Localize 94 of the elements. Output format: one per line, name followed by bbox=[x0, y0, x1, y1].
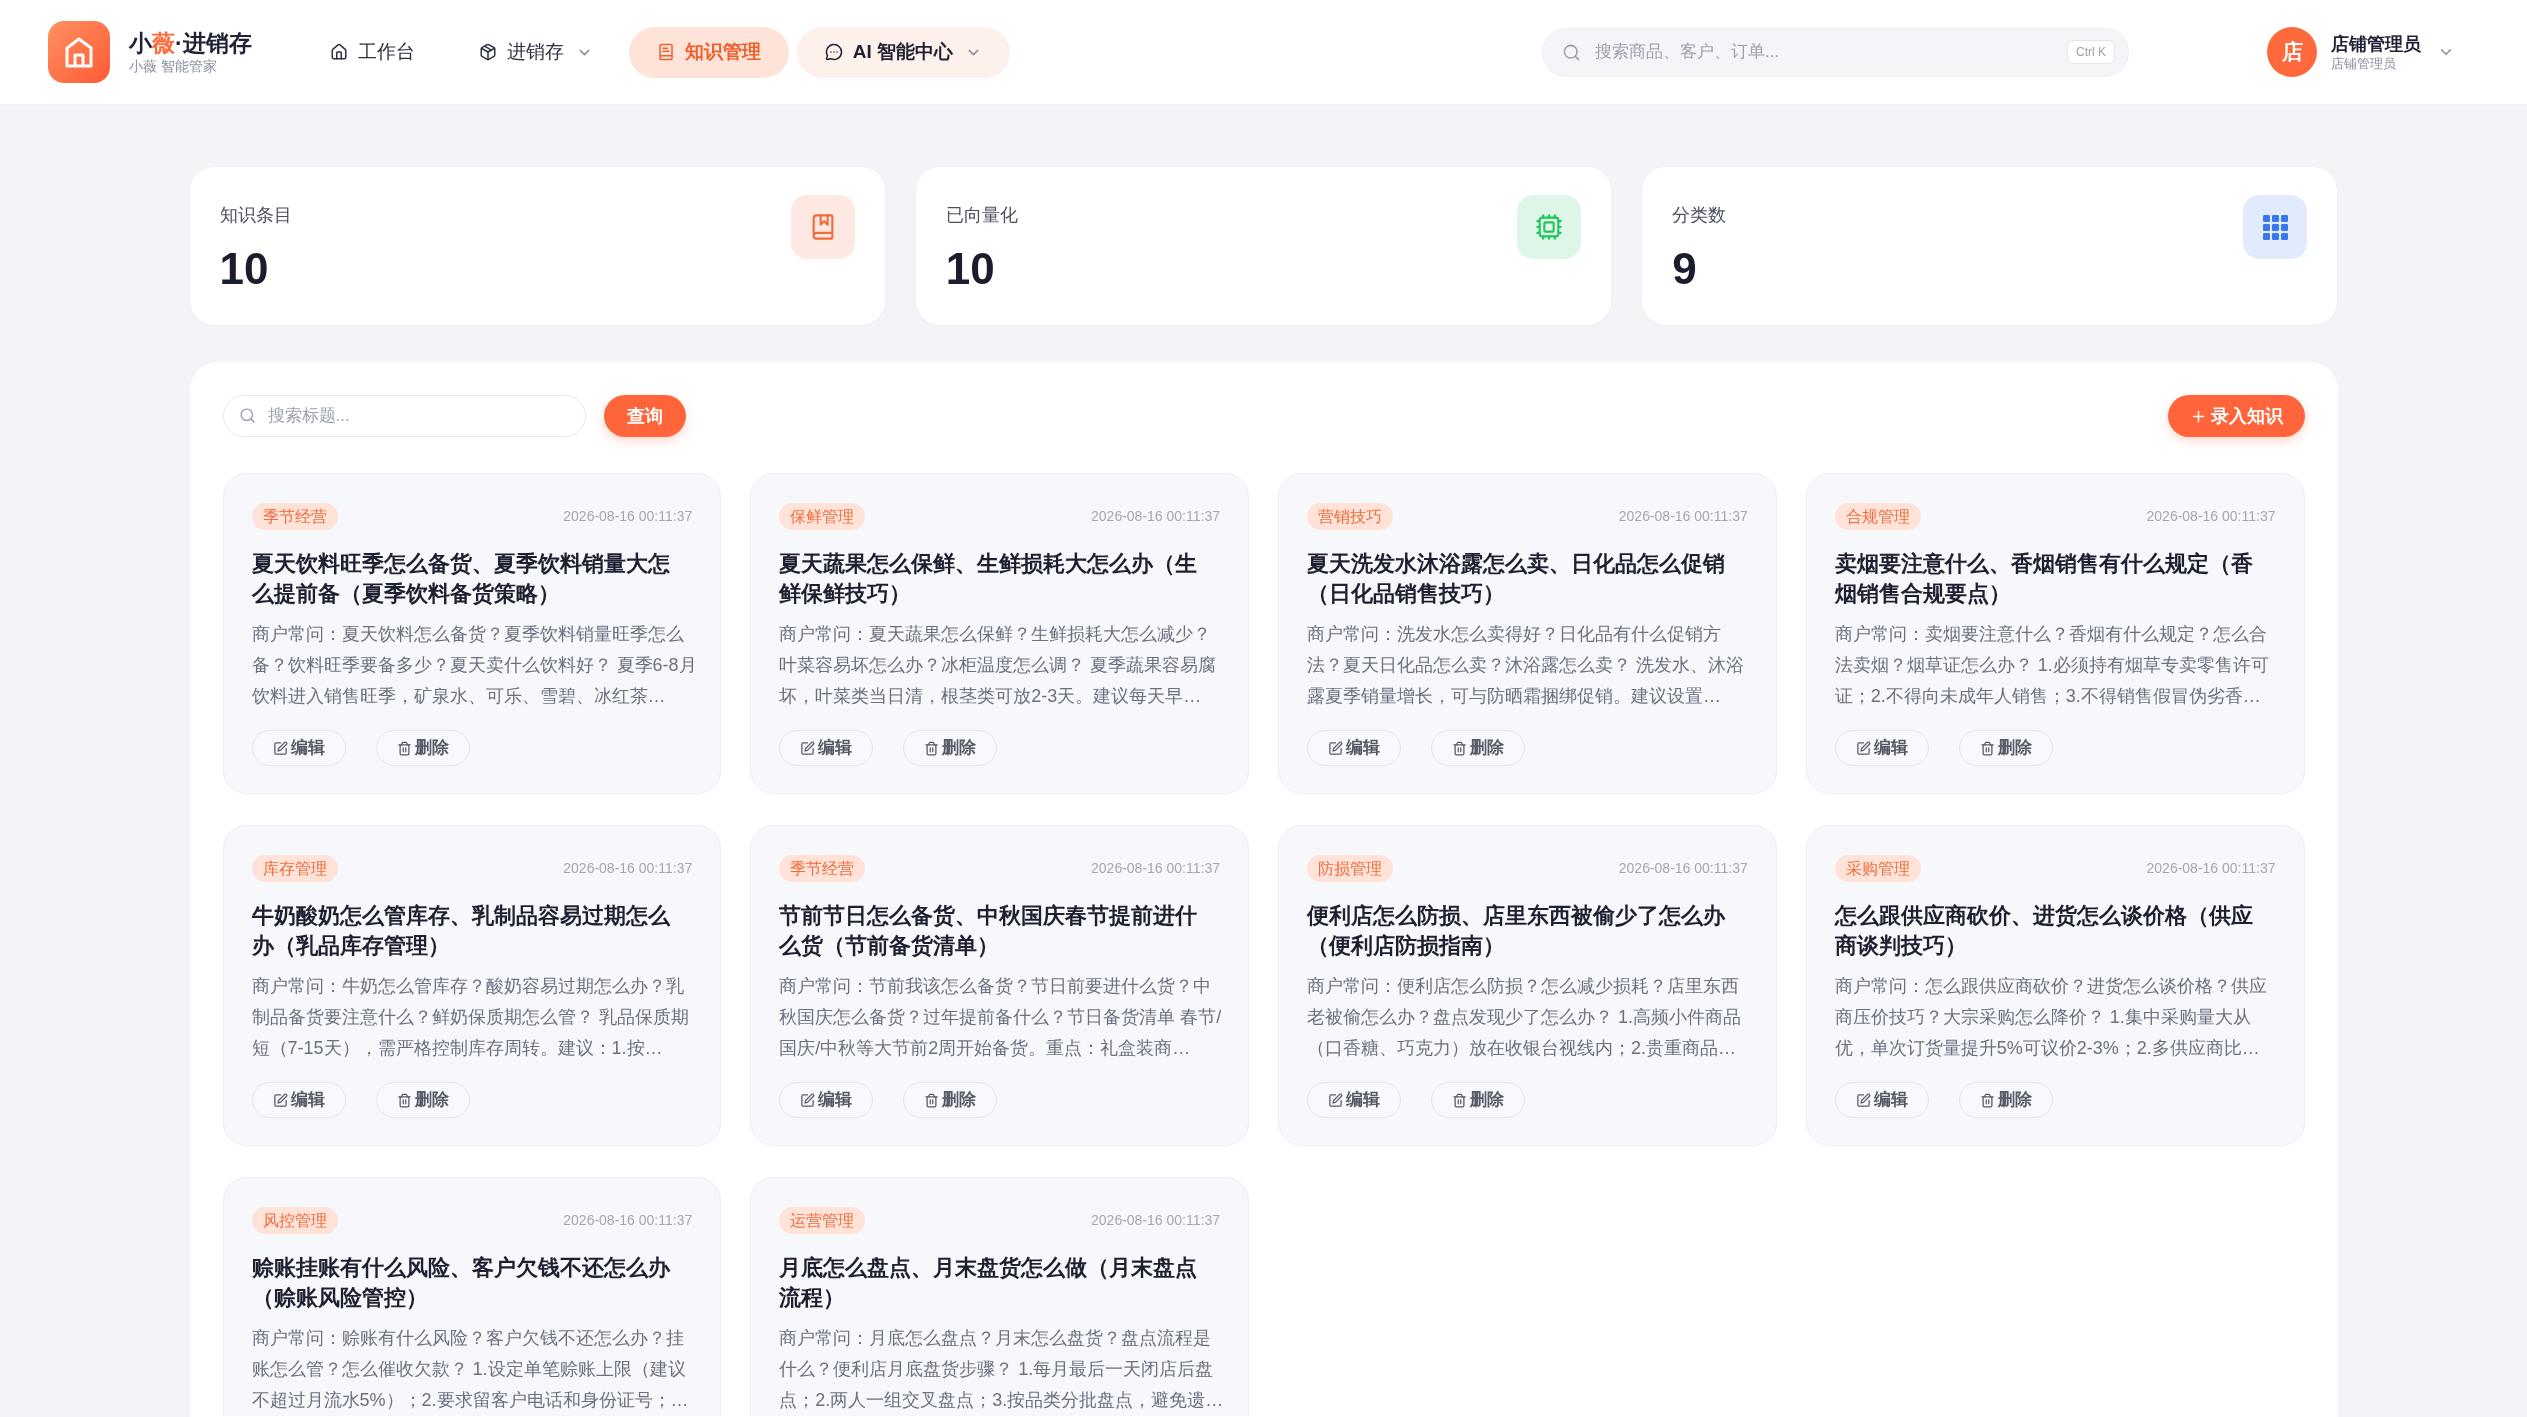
delete-button[interactable]: 删除 bbox=[903, 730, 998, 766]
card-title: 赊账挂账有什么风险、客户欠钱不还怎么办（赊账风险管控） bbox=[251, 1254, 671, 1312]
category-tag: 采购管理 bbox=[1834, 855, 1921, 882]
edit-icon bbox=[1328, 740, 1343, 756]
package-icon bbox=[478, 43, 497, 61]
card-date: 2026-08-16 00:11:37 bbox=[2146, 507, 2276, 526]
book-icon bbox=[656, 43, 675, 61]
edit-button[interactable]: 编辑 bbox=[1307, 730, 1401, 766]
nav-tab[interactable]: AI 智能中心 bbox=[796, 26, 1010, 78]
card-excerpt: 商户常问：夏天饮料怎么备货？夏季饮料销量旺季怎么备？饮料旺季要备多少？夏天卖什么饮料好？ 夏季6-8月饮料进入销售旺季，矿泉水、可乐、雪碧、冰红茶… bbox=[251, 623, 698, 708]
title-search-field[interactable]: 搜索标题... bbox=[222, 395, 586, 437]
card-title: 夏天蔬果怎么保鲜、生鲜损耗大怎么办（生鲜保鲜技巧） bbox=[779, 550, 1199, 608]
card-excerpt: 商户常问：便利店怎么防损？怎么减少损耗？店里东西老被偷怎么办？盘点发现少了怎么办？ 1.高频小件商品（口香糖、巧克力）放在收银台视线内；2.贵重商品… bbox=[1307, 975, 1742, 1060]
delete-button[interactable]: 删除 bbox=[1958, 1082, 2053, 1118]
card-date: 2026-08-16 00:11:37 bbox=[1091, 507, 1220, 526]
user-name: 店铺管理员 bbox=[2331, 32, 2421, 55]
trash-icon bbox=[924, 740, 940, 756]
house-logo-icon bbox=[48, 21, 110, 83]
app-title: 小薇·进销存 bbox=[129, 29, 252, 57]
card-date: 2026-08-16 00:11:37 bbox=[563, 859, 693, 878]
delete-button[interactable]: 删除 bbox=[1431, 730, 1525, 766]
card-title: 牛奶酸奶怎么管库存、乳制品容易过期怎么办（乳品库存管理） bbox=[251, 902, 671, 960]
card-date: 2026-08-16 00:11:37 bbox=[1091, 859, 1220, 878]
edit-button[interactable]: 编辑 bbox=[779, 730, 874, 766]
stat-label: 知识条目 bbox=[219, 204, 292, 227]
card-excerpt: 商户常问：月底怎么盘点？月末怎么盘货？盘点流程是什么？便利店月底盘货步骤？ 1.每月最后一天闭店后盘点；2.两人一组交叉盘点；3.按品类分批盘点，避免遗… bbox=[779, 1327, 1225, 1412]
card-title: 夏天洗发水沐浴露怎么卖、日化品怎么促销（日化品销售技巧） bbox=[1307, 550, 1726, 608]
edit-icon bbox=[1855, 740, 1871, 756]
card-date: 2026-08-16 00:11:37 bbox=[1618, 859, 1748, 878]
card-excerpt: 商户常问：牛奶怎么管库存？酸奶容易过期怎么办？乳制品备货要注意什么？鲜奶保质期怎么管？ 乳品保质期短（7-15天），需严格控制库存周转。建议：1.按… bbox=[251, 975, 690, 1060]
edit-button[interactable]: 编辑 bbox=[251, 1082, 346, 1118]
user-role: 店铺管理员 bbox=[2331, 54, 2397, 72]
edit-button[interactable]: 编辑 bbox=[251, 730, 346, 766]
shortcut-key: Ctrl K bbox=[2067, 39, 2115, 64]
card-excerpt: 商户常问：怎么跟供应商砍价？进货怎么谈价格？供应商压价技巧？大宗采购怎么降价？ 1.集中采购量大从优，单次订货量提升5%可议价2-3%；2.多供应商比… bbox=[1834, 975, 2268, 1060]
category-tag: 防损管理 bbox=[1307, 855, 1393, 882]
card-excerpt: 商户常问：夏天蔬果怎么保鲜？生鲜损耗大怎么减少？叶菜容易坏怎么办？冰柜温度怎么调？ 夏季蔬果容易腐坏，叶菜类当日清，根茎类可放2-3天。建议每天早… bbox=[779, 623, 1218, 708]
delete-button[interactable]: 删除 bbox=[375, 730, 470, 766]
delete-button[interactable]: 删除 bbox=[1431, 1082, 1525, 1118]
trash-icon bbox=[1979, 740, 1995, 756]
edit-icon bbox=[272, 740, 288, 756]
card-excerpt: 商户常问：节前我该怎么备货？节日前要进什么货？中秋国庆怎么备货？过年提前备什么？节日备货清单 春节/国庆/中秋等大节前2周开始备货。重点：礼盒装商… bbox=[779, 975, 1223, 1060]
stat-value: 10 bbox=[945, 245, 996, 293]
nav-tab[interactable]: 工作台 bbox=[301, 26, 443, 78]
edit-icon bbox=[800, 740, 816, 756]
stat-label: 分类数 bbox=[1672, 204, 1727, 227]
edit-button[interactable]: 编辑 bbox=[1834, 1082, 1929, 1118]
edit-icon bbox=[800, 1092, 816, 1108]
edit-icon bbox=[1328, 1092, 1343, 1108]
card-title: 卖烟要注意什么、香烟销售有什么规定（香烟销售合规要点） bbox=[1834, 550, 2254, 608]
delete-button[interactable]: 删除 bbox=[1958, 730, 2053, 766]
edit-button[interactable]: 编辑 bbox=[1834, 730, 1929, 766]
nav-tab[interactable]: 进销存 bbox=[450, 26, 621, 78]
delete-button[interactable]: 删除 bbox=[375, 1082, 470, 1118]
search-icon bbox=[238, 407, 256, 424]
card-excerpt: 商户常问：赊账有什么风险？客户欠钱不还怎么办？挂账怎么管？怎么催收欠款？ 1.设定单笔赊账上限（建议不超过月流水5%）；2.要求留客户电话和身份证号；… bbox=[251, 1327, 690, 1412]
trash-icon bbox=[1979, 1092, 1995, 1108]
category-tag: 风控管理 bbox=[251, 1207, 338, 1234]
edit-button[interactable]: 编辑 bbox=[779, 1082, 874, 1118]
stat-value: 10 bbox=[219, 245, 270, 293]
stat-label: 已向量化 bbox=[945, 204, 1018, 227]
card-date: 2026-08-16 00:11:37 bbox=[2146, 859, 2276, 878]
search-icon bbox=[1562, 42, 1581, 62]
category-tag: 保鲜管理 bbox=[779, 503, 866, 530]
trash-icon bbox=[924, 1092, 940, 1108]
category-tag: 库存管理 bbox=[251, 855, 338, 882]
edit-icon bbox=[272, 1092, 288, 1108]
stat-value: 9 bbox=[1672, 245, 1698, 293]
delete-button[interactable]: 删除 bbox=[903, 1082, 998, 1118]
edit-button[interactable]: 编辑 bbox=[1307, 1082, 1401, 1118]
trash-icon bbox=[1452, 1092, 1467, 1108]
card-date: 2026-08-16 00:11:37 bbox=[1091, 1211, 1220, 1230]
category-tag: 营销技巧 bbox=[1307, 503, 1393, 530]
trash-icon bbox=[396, 1092, 412, 1108]
card-excerpt: 商户常问：卖烟要注意什么？香烟有什么规定？怎么合法卖烟？烟草证怎么办？ 1.必须持有烟草专卖零售许可证；2.不得向未成年人销售；3.不得销售假冒伪劣香… bbox=[1834, 623, 2270, 708]
trash-icon bbox=[396, 740, 412, 756]
card-date: 2026-08-16 00:11:37 bbox=[1618, 507, 1748, 526]
card-date: 2026-08-16 00:11:37 bbox=[563, 1211, 693, 1230]
trash-icon bbox=[1452, 740, 1467, 756]
category-tag: 合规管理 bbox=[1834, 503, 1921, 530]
card-title: 夏天饮料旺季怎么备货、夏季饮料销量大怎么提前备（夏季饮料备货策略） bbox=[251, 550, 671, 608]
chat-icon bbox=[824, 43, 843, 61]
card-date: 2026-08-16 00:11:37 bbox=[563, 507, 693, 526]
category-tag: 季节经营 bbox=[779, 855, 866, 882]
edit-icon bbox=[1855, 1092, 1871, 1108]
card-excerpt: 商户常问：洗发水怎么卖得好？日化品有什么促销方法？夏天日化品怎么卖？沐浴露怎么卖？ 洗发水、沐浴露夏季销量增长，可与防晒霜捆绑促销。建议设置… bbox=[1307, 623, 1745, 708]
home-icon bbox=[329, 43, 348, 61]
card-title: 月底怎么盘点、月末盘货怎么做（月末盘点流程） bbox=[779, 1254, 1199, 1312]
card-title: 怎么跟供应商砍价、进货怎么谈价格（供应商谈判技巧） bbox=[1834, 902, 2254, 960]
category-tag: 运营管理 bbox=[779, 1207, 866, 1234]
card-title: 便利店怎么防损、店里东西被偷少了怎么办（便利店防损指南） bbox=[1307, 902, 1726, 960]
app-subtitle: 小薇 智能管家 bbox=[129, 57, 218, 75]
card-title: 节前节日怎么备货、中秋国庆春节提前进什么货（节前备货清单） bbox=[779, 902, 1199, 960]
category-tag: 季节经营 bbox=[251, 503, 338, 530]
